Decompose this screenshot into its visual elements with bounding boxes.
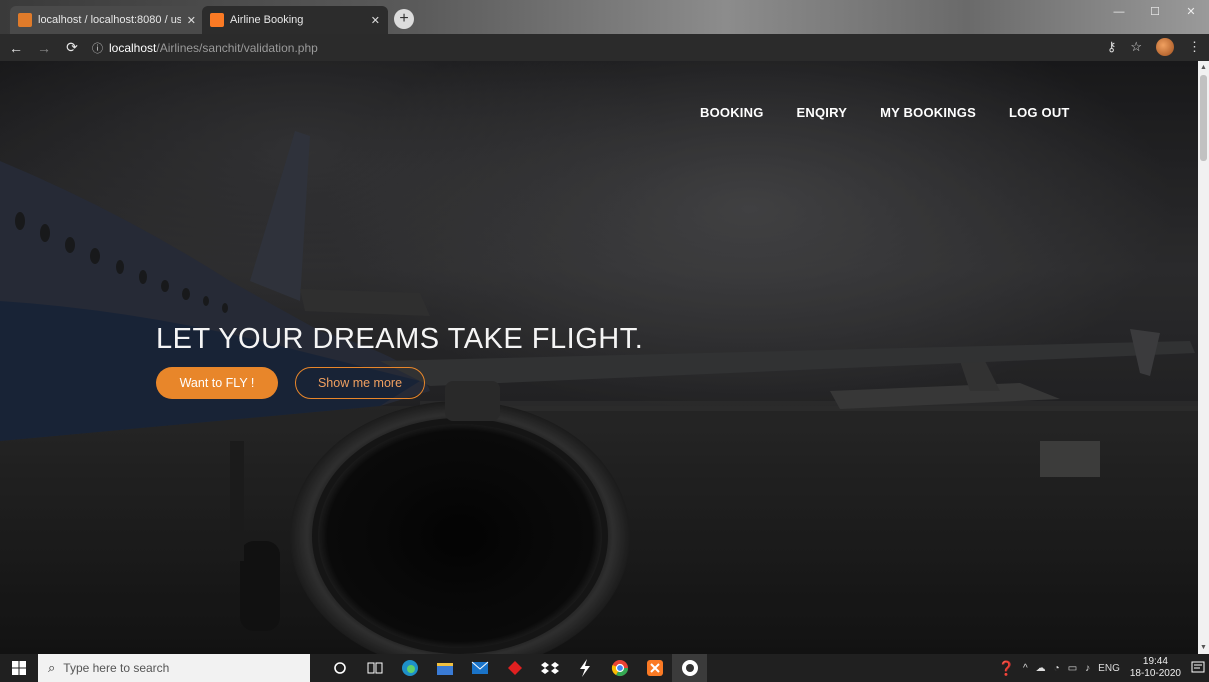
edge-browser-icon[interactable]: [392, 654, 427, 682]
url-path: /Airlines/sanchit/validation.php: [156, 40, 318, 55]
back-arrow-icon[interactable]: ←: [4, 40, 28, 56]
chevron-up-icon[interactable]: ^: [1023, 663, 1028, 674]
tab-close-icon[interactable]: ✕: [371, 14, 380, 27]
new-tab-button[interactable]: +: [394, 9, 414, 29]
page-scrollbar[interactable]: ▲ ▼: [1198, 61, 1209, 654]
close-window-icon[interactable]: ✕: [1173, 0, 1209, 24]
hero-background-image: [0, 61, 1209, 654]
mail-icon[interactable]: [462, 654, 497, 682]
clock-date: 18-10-2020: [1129, 668, 1181, 679]
battery-icon[interactable]: ▭: [1068, 663, 1077, 674]
volume-icon[interactable]: ♪: [1085, 663, 1090, 674]
hero-title: LET YOUR DREAMS TAKE FLIGHT.: [156, 323, 644, 355]
xampp-favicon-icon: [210, 13, 224, 27]
tab-label: localhost / localhost:8080 / user: [38, 14, 181, 26]
chrome-icon[interactable]: [602, 654, 637, 682]
taskbar-search-box[interactable]: ⌕ Type here to search: [38, 654, 310, 682]
profile-avatar[interactable]: [1156, 38, 1174, 56]
show-me-more-button[interactable]: Show me more: [295, 367, 425, 399]
nav-booking[interactable]: BOOKING: [700, 105, 764, 120]
active-app-icon[interactable]: [672, 654, 707, 682]
phpmyadmin-favicon-icon: [18, 13, 32, 27]
notification-center-icon[interactable]: [1187, 654, 1209, 682]
tab-phpmyadmin[interactable]: localhost / localhost:8080 / user ✕: [10, 6, 204, 34]
tab-close-icon[interactable]: ✕: [187, 14, 196, 27]
want-to-fly-button[interactable]: Want to FLY !: [156, 367, 278, 399]
wifi-icon[interactable]: ◔: [1054, 663, 1060, 674]
xampp-icon[interactable]: [637, 654, 672, 682]
url-host: localhost: [109, 40, 157, 55]
red-diamond-app-icon[interactable]: [497, 654, 532, 682]
key-icon[interactable]: ⚷: [1107, 39, 1117, 55]
language-indicator[interactable]: ENG: [1098, 663, 1120, 674]
nav-my-bookings[interactable]: MY BOOKINGS: [880, 105, 976, 120]
nav-enquiry[interactable]: ENQIRY: [797, 105, 848, 120]
dropbox-icon[interactable]: [532, 654, 567, 682]
star-bookmark-icon[interactable]: ☆: [1130, 39, 1142, 55]
cloud-sync-icon[interactable]: ☁: [1036, 663, 1046, 674]
browser-tab-strip: localhost / localhost:8080 / user ✕ Airl…: [0, 0, 1209, 34]
task-view-icon[interactable]: [357, 654, 392, 682]
search-icon: ⌕: [48, 660, 56, 675]
maximize-icon[interactable]: ☐: [1137, 0, 1173, 24]
info-icon[interactable]: ⓘ: [92, 40, 103, 56]
windows-logo-icon: [12, 661, 26, 675]
scroll-down-icon[interactable]: ▼: [1198, 644, 1209, 651]
windows-taskbar: ⌕ Type here to search ❓ ^ ☁ ◔ ▭ ♪ ENG 19…: [0, 654, 1209, 682]
window-controls: — ☐ ✕: [1101, 0, 1209, 24]
clock-time: 19:44: [1142, 656, 1168, 667]
taskbar-apps: [322, 654, 707, 682]
lightning-app-icon[interactable]: [567, 654, 602, 682]
forward-arrow-icon[interactable]: →: [32, 40, 56, 56]
browser-toolbar: ← → ⟳ ⓘ localhost/Airlines/sanchit/valid…: [0, 34, 1209, 61]
tab-label: Airline Booking: [230, 14, 304, 26]
scroll-up-icon[interactable]: ▲: [1198, 64, 1209, 71]
toolbar-actions: ⚷ ☆ ⋮: [1107, 38, 1201, 56]
reload-icon[interactable]: ⟳: [60, 39, 84, 56]
scrollbar-thumb[interactable]: [1200, 75, 1207, 161]
help-icon[interactable]: ❓: [998, 660, 1015, 677]
clock[interactable]: 19:44 18-10-2020: [1130, 656, 1181, 680]
file-explorer-icon[interactable]: [427, 654, 462, 682]
search-placeholder: Type here to search: [63, 661, 170, 675]
address-bar[interactable]: ⓘ localhost/Airlines/sanchit/validation.…: [92, 38, 1092, 58]
cortana-icon[interactable]: [322, 654, 357, 682]
nav-log-out[interactable]: LOG OUT: [1009, 105, 1070, 120]
menu-kebab-icon[interactable]: ⋮: [1188, 39, 1201, 55]
windows-start-button[interactable]: [0, 654, 38, 682]
system-tray: ❓ ^ ☁ ◔ ▭ ♪ ENG 19:44 18-10-2020: [994, 654, 1209, 682]
minimize-icon[interactable]: —: [1101, 0, 1137, 24]
tab-airline-booking[interactable]: Airline Booking ✕: [202, 6, 388, 34]
main-nav: BOOKING ENQIRY MY BOOKINGS LOG OUT: [700, 105, 1070, 120]
page-viewport: BOOKING ENQIRY MY BOOKINGS LOG OUT LET Y…: [0, 61, 1209, 654]
